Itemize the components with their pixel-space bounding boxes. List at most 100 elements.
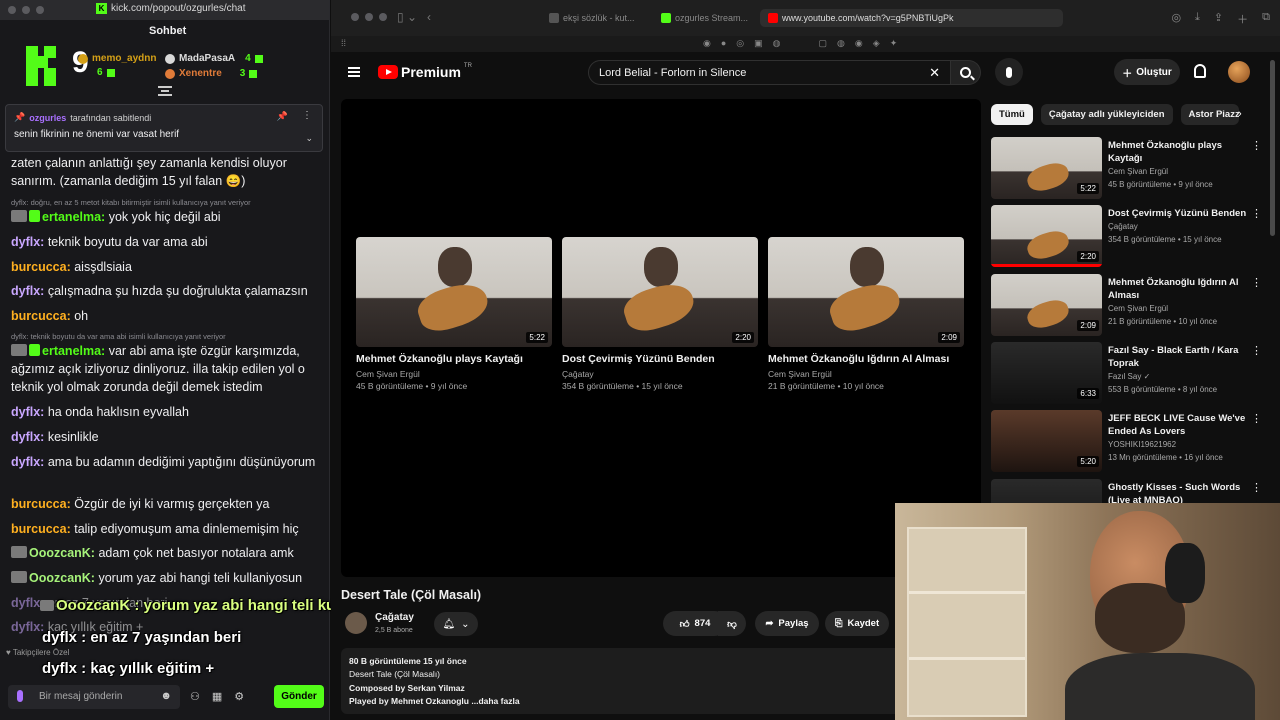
clear-icon[interactable]: ✕ xyxy=(929,65,940,81)
bookmark-icon[interactable]: ◍ xyxy=(837,38,845,49)
chat-username[interactable]: OoozcanK: xyxy=(29,546,95,560)
bookmark-icon[interactable]: ◎ xyxy=(736,38,744,49)
minimize-dot[interactable] xyxy=(365,13,373,21)
download-icon[interactable]: ⤓ xyxy=(1195,11,1200,27)
chat-username[interactable]: dyflx: xyxy=(11,620,44,634)
maximize-dot[interactable] xyxy=(379,13,387,21)
sidebar-toggle-icon[interactable]: ▯ ⌄ ‹ xyxy=(397,10,431,24)
voice-search-button[interactable] xyxy=(995,58,1023,86)
unpin-icon[interactable]: 📌 xyxy=(277,111,288,122)
browser-tab[interactable]: ozgurles Stream... xyxy=(661,9,748,27)
kick-favicon-icon: K xyxy=(96,3,107,14)
chat-username[interactable]: dyflx: xyxy=(11,284,44,298)
bookmark-icon[interactable]: ✦ xyxy=(890,38,898,49)
bookmark-icon[interactable]: ◉ xyxy=(855,38,863,49)
notifications-bell-icon[interactable] xyxy=(1194,64,1206,78)
chevron-down-icon[interactable]: ⌄ xyxy=(305,133,313,144)
search-input[interactable]: Lord Belial - Forlorn in Silence ✕ xyxy=(588,60,951,85)
chevron-right-icon[interactable]: › xyxy=(1238,108,1242,120)
browser-tab-active[interactable]: www.youtube.com/watch?v=g5PNBTiUgPk xyxy=(760,9,1063,27)
chat-username[interactable]: dyflx: xyxy=(11,235,44,249)
new-tab-icon[interactable]: ＋ xyxy=(1237,11,1248,27)
subscription-bell-button[interactable]: 🔔︎ ⌄ xyxy=(434,612,478,636)
chat-username[interactable]: dyflx: xyxy=(11,405,44,419)
bookmark-icon[interactable]: ◍ xyxy=(773,38,781,49)
channel-name[interactable]: Çağatay xyxy=(375,612,414,623)
dislike-button[interactable]: 👎︎ xyxy=(718,611,746,636)
leaderboard-item[interactable]: Xenentre 3 xyxy=(165,68,258,79)
maximize-dot[interactable] xyxy=(36,6,44,14)
search-button[interactable] xyxy=(951,60,981,85)
leaderboard-item[interactable]: memo_aydnn xyxy=(78,53,156,64)
settings-icon[interactable]: ⚙ xyxy=(234,690,244,703)
window-controls[interactable] xyxy=(8,6,44,14)
chat-username[interactable]: dyflx: xyxy=(11,430,44,444)
channel-avatar[interactable] xyxy=(345,612,367,634)
close-dot[interactable] xyxy=(8,6,16,14)
recommended-video[interactable]: 5:20 JEFF BECK LIVE Cause We've Ended As… xyxy=(991,410,1271,472)
recommended-video[interactable]: Ghostly Kisses - Such Words (Live at MNB… xyxy=(991,479,1271,503)
more-options-icon[interactable]: ⋮ xyxy=(302,110,312,121)
store-icon[interactable]: ▦ xyxy=(212,690,222,703)
menu-icon[interactable] xyxy=(348,67,360,77)
share-icon[interactable]: ⇪ xyxy=(1214,11,1223,27)
video-player[interactable]: 5:22 Mehmet Özkanoğlu plays Kaytağı Cem … xyxy=(341,99,981,577)
chat-input[interactable]: Bir mesaj gönderin ☻ xyxy=(8,685,180,709)
chat-username[interactable]: OoozcanK: xyxy=(29,571,95,585)
more-options-icon[interactable]: ⋮ xyxy=(1251,276,1262,289)
show-more-link[interactable]: ...daha fazla xyxy=(471,696,519,706)
chat-username[interactable]: ertanelma: xyxy=(42,210,105,224)
bookmark-icon[interactable]: ◉ xyxy=(703,38,711,49)
video-thumbnail: 5:22 xyxy=(991,137,1102,199)
browser-tab[interactable]: ekşi sözlük - kut... xyxy=(549,9,635,27)
recommended-video[interactable]: 2:20 Dost Çevirmiş Yüzünü Benden Çağatay… xyxy=(991,205,1271,267)
chip-all[interactable]: Tümü xyxy=(991,104,1033,125)
emoji-icon[interactable]: ☻ xyxy=(160,690,172,702)
send-button[interactable]: Gönder xyxy=(274,685,324,708)
chat-username[interactable]: burcucca: xyxy=(11,260,71,274)
chip-from-uploader[interactable]: Çağatay adlı yükleyiciden xyxy=(1040,104,1173,125)
video-thumbnail: 5:22 xyxy=(356,237,552,347)
minimize-dot[interactable] xyxy=(22,6,30,14)
share-button[interactable]: ➦ Paylaş xyxy=(755,611,819,636)
video-duration: 6:33 xyxy=(1077,388,1099,399)
users-icon[interactable]: ⚇ xyxy=(190,690,200,703)
end-screen-card[interactable]: 2:09 Mehmet Özkanoğlu Iğdırın Al Alması … xyxy=(768,237,964,392)
chat-username[interactable]: burcucca: xyxy=(11,497,71,511)
chip-astor-piazzolla[interactable]: Astor Piazzo xyxy=(1180,104,1239,125)
end-screen-card[interactable]: 5:22 Mehmet Özkanoğlu plays Kaytağı Cem … xyxy=(356,237,552,392)
grid-icon[interactable]: ⁞⁞ xyxy=(341,38,346,48)
chat-username[interactable]: burcucca: xyxy=(11,309,71,323)
bookmark-icon[interactable]: ▢ xyxy=(819,38,828,49)
chat-username[interactable]: burcucca: xyxy=(11,522,71,536)
chat-username[interactable]: ertanelma: xyxy=(42,344,105,358)
end-screen-card[interactable]: 2:20 Dost Çevirmiş Yüzünü Benden Çağatay… xyxy=(562,237,758,392)
more-options-icon[interactable]: ⋮ xyxy=(1251,481,1262,494)
bookmark-icon[interactable]: ▣ xyxy=(754,38,763,49)
filter-icon[interactable] xyxy=(158,86,172,96)
recommended-video[interactable]: 5:22 Mehmet Özkanoğlu plays Kaytağı Cem … xyxy=(991,137,1271,199)
more-options-icon[interactable]: ⋮ xyxy=(1251,207,1262,220)
user-badge-icon xyxy=(40,600,54,611)
pinned-message[interactable]: 📌 ozgurles tarafından sabitlendi senin f… xyxy=(5,104,323,152)
extension-icon[interactable]: ◎ xyxy=(1171,11,1181,27)
leaderboard-item[interactable]: MadaPasaA 4 xyxy=(165,53,263,64)
save-button[interactable]: ⎘ Kaydet xyxy=(825,611,889,636)
more-options-icon[interactable]: ⋮ xyxy=(1251,412,1262,425)
bookmark-icon[interactable]: ● xyxy=(721,38,726,49)
tab-overview-icon[interactable]: ⧉ xyxy=(1262,11,1270,27)
chat-username[interactable]: dyflx: xyxy=(11,455,44,469)
more-options-icon[interactable]: ⋮ xyxy=(1251,139,1262,152)
youtube-logo[interactable]: Premium TR xyxy=(378,63,472,80)
more-options-icon[interactable]: ⋮ xyxy=(1251,344,1262,357)
avatar[interactable] xyxy=(1228,61,1250,83)
mic-icon[interactable] xyxy=(17,690,23,702)
bookmark-icon[interactable]: ◈ xyxy=(873,38,880,49)
recommended-video[interactable]: 2:09 Mehmet Özkanoğlu Iğdırın Al Alması … xyxy=(991,274,1271,336)
kick-url-bar[interactable]: K kick.com/popout/ozgurles/chat xyxy=(96,3,246,14)
window-controls[interactable] xyxy=(351,13,387,21)
recommended-video[interactable]: 6:33 Fazıl Say - Black Earth / Kara Topr… xyxy=(991,342,1271,404)
create-button[interactable]: ＋ Oluştur xyxy=(1114,59,1180,85)
close-dot[interactable] xyxy=(351,13,359,21)
page-scrollbar[interactable] xyxy=(1270,60,1275,236)
